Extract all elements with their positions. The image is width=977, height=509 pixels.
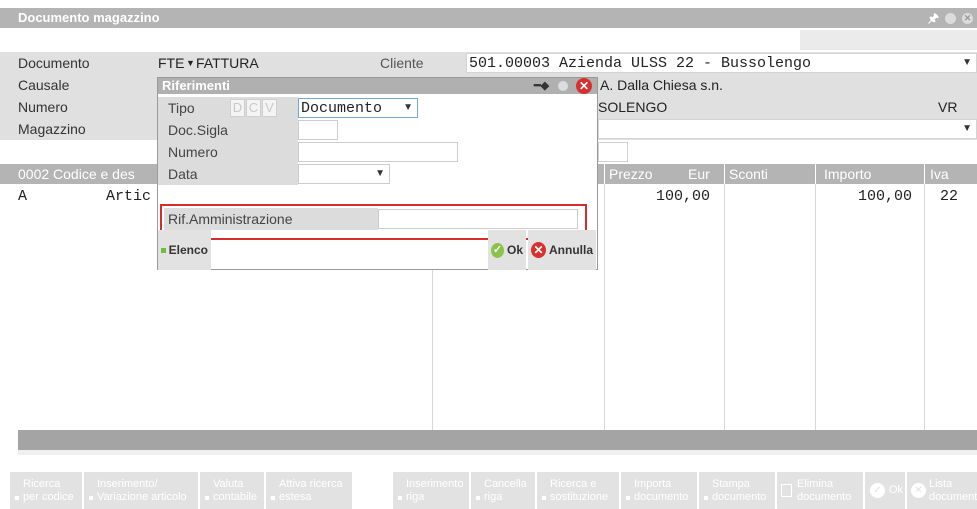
tipo-value: Documento: [301, 100, 383, 117]
tipo-code-v[interactable]: V: [262, 99, 277, 117]
col-iva-header[interactable]: Iva: [924, 164, 949, 184]
numero-label: Numero: [18, 99, 68, 115]
elimina-documento-button[interactable]: Elimina documento: [777, 472, 863, 509]
elenco-button[interactable]: Elenco: [158, 230, 211, 270]
dialog-title: Riferimenti: [162, 78, 230, 93]
trash-icon: [781, 484, 792, 497]
magazzino-label: Magazzino: [18, 121, 86, 137]
documento-code[interactable]: FTE: [158, 52, 184, 74]
tipo-row: Tipo D C V Documento ▼: [158, 97, 597, 119]
stampa-documento-button[interactable]: Stampa documento: [699, 472, 775, 509]
window-title-bar: Documento magazzino 🖈︎ ✕: [0, 8, 977, 28]
tipo-select[interactable]: Documento ▼: [298, 98, 418, 118]
check-icon: ✓: [870, 483, 885, 498]
grid-divider: [604, 184, 605, 430]
col-code-header[interactable]: 0002 Codice e des: [14, 164, 135, 184]
dialog-title-bar: Riferimenti ━◆ ✕: [158, 78, 597, 94]
riferimenti-dialog: Riferimenti ━◆ ✕ Tipo D C V Documento ▼ …: [157, 77, 598, 270]
x-icon: ✕: [911, 483, 926, 498]
annulla-button[interactable]: ✕ Annulla: [528, 230, 596, 270]
valuta-contabile-button[interactable]: Valuta contabile: [200, 472, 264, 509]
grid-footer: [18, 430, 977, 450]
tipo-dropdown-icon[interactable]: ▼: [403, 102, 413, 113]
pin-icon[interactable]: ━◆: [534, 78, 549, 94]
row-importo[interactable]: 100,00: [858, 188, 912, 205]
col-importo-header[interactable]: Importo: [815, 164, 871, 184]
documento-label: Documento: [18, 55, 90, 71]
cancella-riga-button[interactable]: Cancella riga: [471, 472, 535, 509]
pin-icon[interactable]: 🖈︎: [928, 8, 939, 28]
grid-divider: [924, 184, 925, 430]
data-row: Data ▼: [158, 163, 597, 185]
docsigla-label: Doc.Sigla: [158, 119, 298, 141]
cliente-label: Cliente: [380, 55, 424, 71]
window-title: Documento magazzino: [18, 10, 160, 25]
inserimento-riga-button[interactable]: Inserimento riga: [393, 472, 469, 509]
col-prezzo-header[interactable]: Prezzo: [604, 164, 653, 184]
tipo-code-d[interactable]: D: [230, 99, 245, 117]
grid-divider: [724, 184, 725, 430]
docsigla-input[interactable]: [298, 120, 338, 140]
ok-button[interactable]: ✓ Ok: [865, 472, 905, 509]
documento-dropdown-icon[interactable]: ▼: [186, 52, 195, 74]
docsigla-row: Doc.Sigla: [158, 119, 597, 141]
tipo-code-c[interactable]: C: [246, 99, 261, 117]
row-tipo[interactable]: A: [18, 188, 27, 205]
col-valuta-header[interactable]: Eur: [688, 164, 710, 184]
province-text: VR: [938, 99, 958, 115]
ok-check-icon: ✓: [491, 242, 504, 258]
tipo-label: Tipo: [158, 97, 298, 119]
causale-label: Causale: [18, 77, 70, 93]
small-input[interactable]: [598, 142, 628, 162]
row-prezzo[interactable]: 100,00: [656, 188, 710, 205]
numero-input[interactable]: [298, 142, 458, 162]
cliente-field[interactable]: 501.00003 Azienda ULSS 22 - Bussolengo ▼: [466, 53, 977, 73]
minimize-icon[interactable]: [945, 12, 956, 24]
importa-documento-button[interactable]: Importa documento: [621, 472, 697, 509]
documento-desc: FATTURA: [196, 55, 259, 71]
close-icon[interactable]: ✕: [962, 12, 973, 24]
data-dropdown-icon[interactable]: ▼: [375, 168, 385, 179]
dialog-close-icon[interactable]: ✕: [576, 78, 592, 94]
elenco-icon: [161, 247, 166, 253]
magazzino-field[interactable]: ▼: [598, 119, 977, 139]
header-block: [800, 30, 977, 50]
city-text: SOLENGO: [598, 99, 668, 115]
numero-label: Numero: [158, 141, 298, 163]
numero-row: Numero: [158, 141, 597, 163]
inserimento-variazione-button[interactable]: Inserimento/Variazione articolo: [84, 472, 198, 509]
lista-documenti-button[interactable]: ✕ Lista documenti: [907, 472, 977, 509]
cliente-value: 501.00003 Azienda ULSS 22 - Bussolengo: [469, 55, 812, 72]
row-iva[interactable]: 22: [940, 188, 958, 205]
cliente-dropdown-icon[interactable]: ▼: [962, 57, 972, 68]
row-desc[interactable]: Artic: [106, 188, 151, 205]
grid-divider: [815, 184, 816, 430]
magazzino-dropdown-icon[interactable]: ▼: [962, 123, 972, 134]
ricerca-per-codice-button[interactable]: Ricerca per codice: [10, 472, 82, 509]
minimize-icon[interactable]: [558, 81, 568, 91]
documento-row: Documento FTE ▼ FATTURA Cliente 501.0000…: [0, 52, 977, 74]
annulla-x-icon: ✕: [531, 242, 546, 258]
col-sconti-header[interactable]: Sconti: [724, 164, 768, 184]
grid-footer-strip: [18, 450, 977, 455]
dialog-ok-button[interactable]: ✓ Ok: [488, 230, 526, 270]
attiva-ricerca-estesa-button[interactable]: Attiva ricerca estesa: [266, 472, 352, 509]
ricerca-sostituzione-button[interactable]: Ricerca e sostituzione: [537, 472, 619, 509]
address-text: A. Dalla Chiesa s.n.: [600, 77, 723, 93]
data-label: Data: [158, 163, 298, 185]
data-input[interactable]: ▼: [298, 164, 390, 184]
dialog-spacer: [158, 185, 597, 203]
